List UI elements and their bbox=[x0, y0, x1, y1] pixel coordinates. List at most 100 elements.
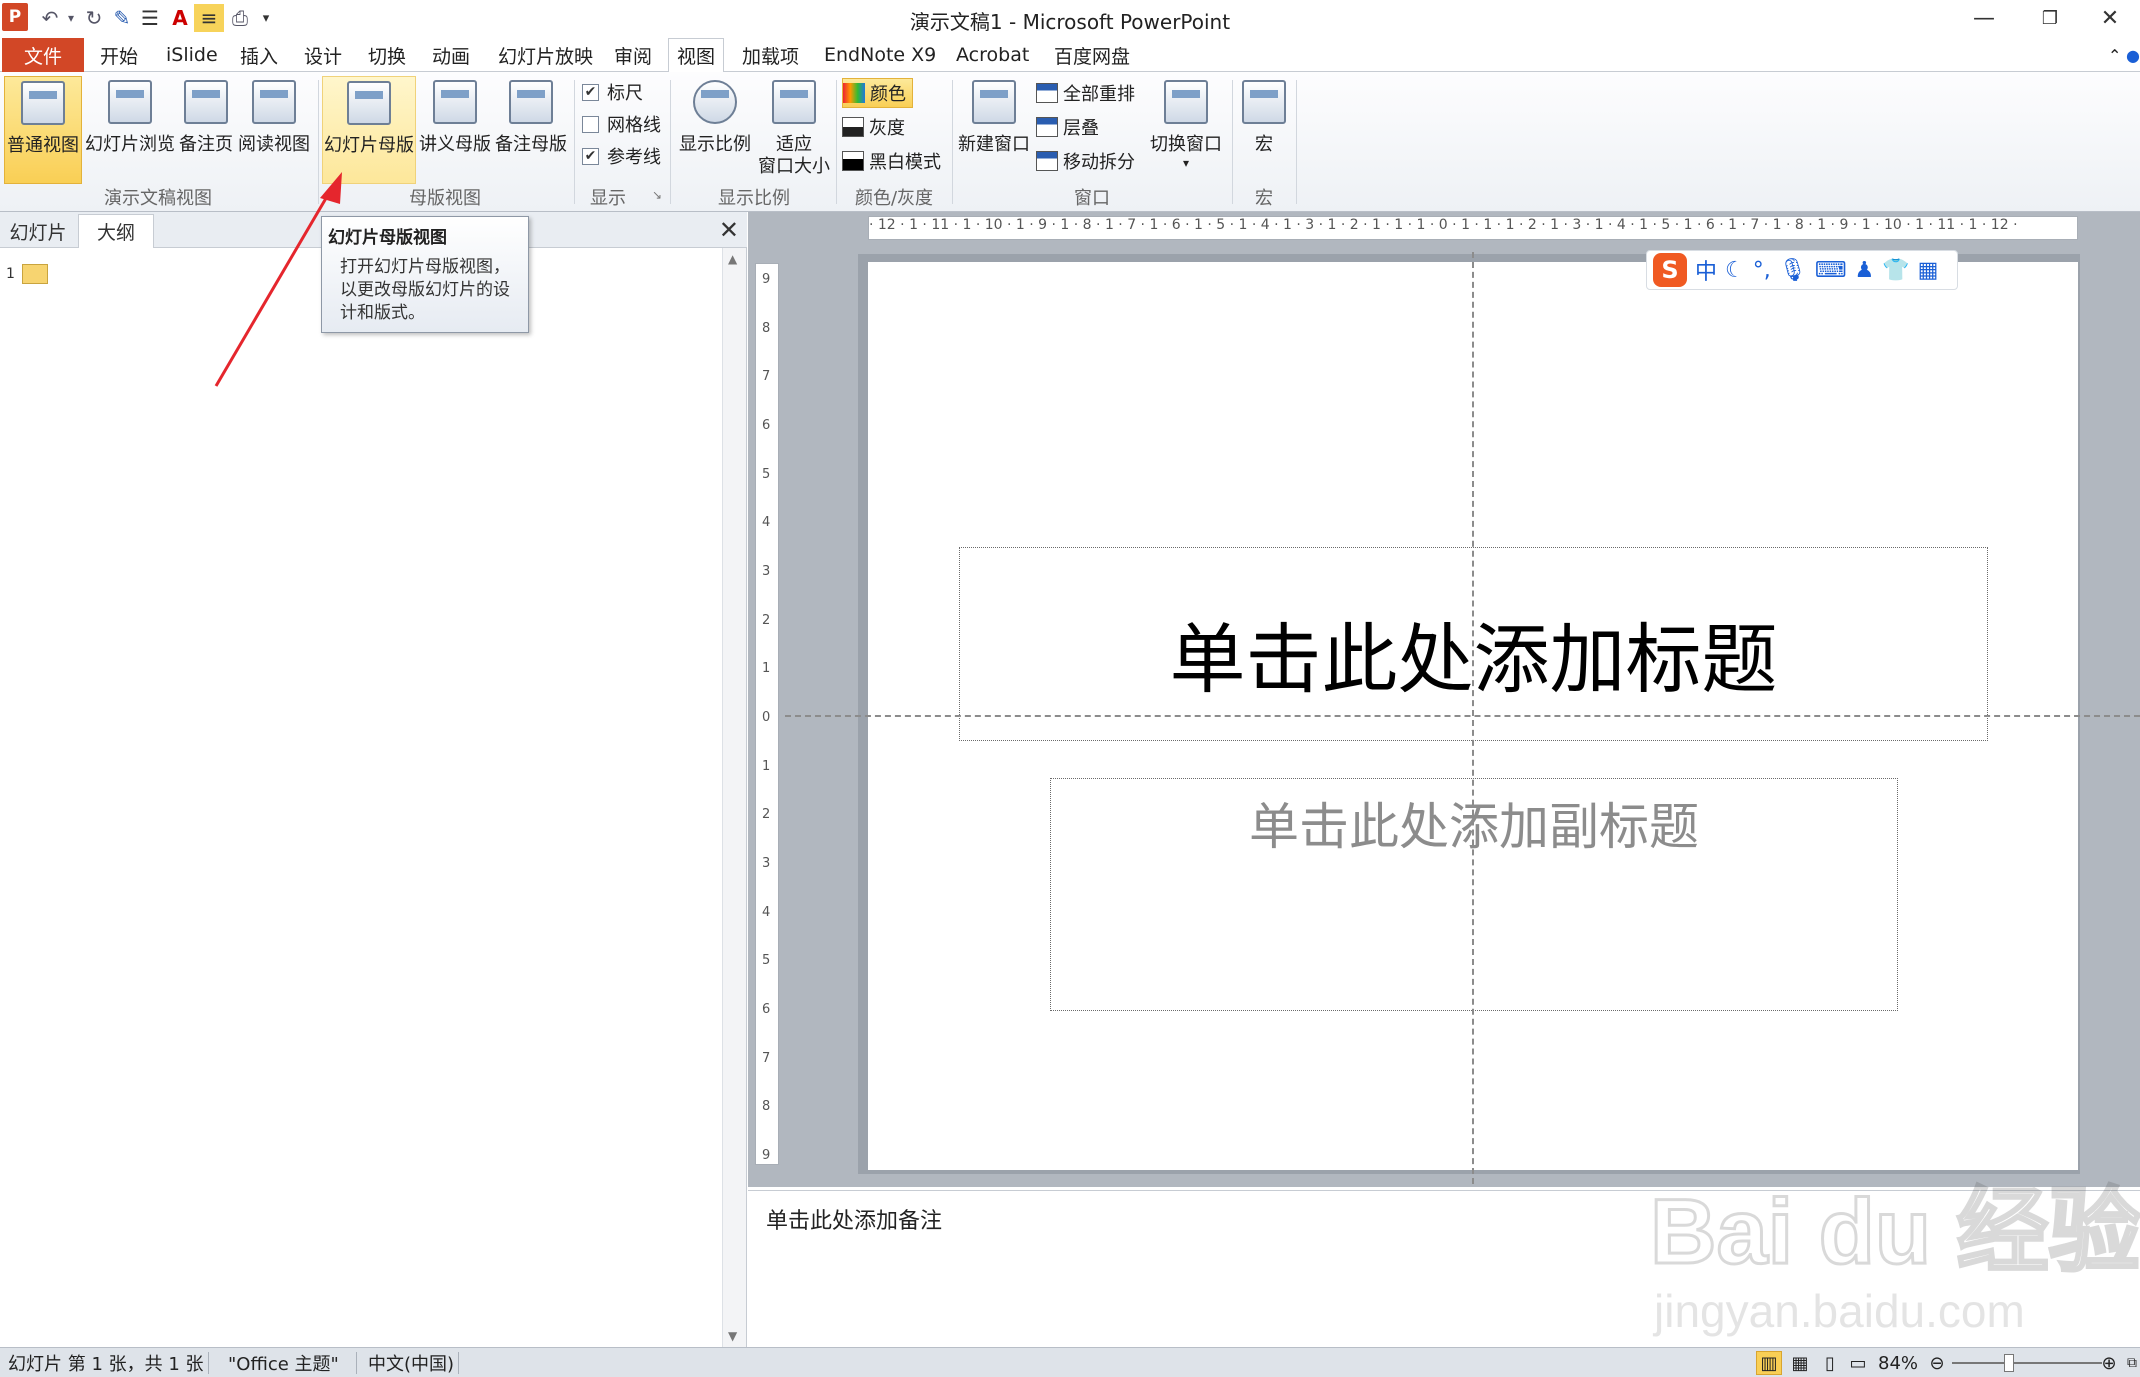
tab-insert[interactable]: 插入 bbox=[232, 38, 286, 72]
slide-sorter-status-icon[interactable]: ▦ bbox=[1788, 1351, 1812, 1375]
restore-icon[interactable]: ❐ bbox=[2020, 0, 2080, 36]
group-separator bbox=[952, 80, 953, 204]
tab-addins[interactable]: 加载项 bbox=[734, 38, 807, 72]
tab-design[interactable]: 设计 bbox=[296, 38, 350, 72]
reading-view-label: 阅读视图 bbox=[238, 134, 310, 155]
vruler-tick-label: 9 bbox=[762, 272, 771, 287]
normal-view-status-icon[interactable]: ▥ bbox=[1756, 1351, 1782, 1375]
arrange-all-label: 全部重排 bbox=[1063, 84, 1135, 105]
normal-view-button[interactable]: 普通视图 bbox=[4, 76, 82, 184]
status-language[interactable]: 中文(中国) bbox=[368, 1351, 454, 1375]
sogou-ime-logo-icon[interactable]: S bbox=[1653, 253, 1687, 287]
group-label-show: 显示 bbox=[590, 188, 626, 209]
ruler-checkbox[interactable]: ✔ 标尺 bbox=[582, 78, 643, 106]
notes-page-label: 备注页 bbox=[179, 134, 233, 155]
handout-master-button[interactable]: 讲义母版 bbox=[418, 76, 492, 184]
ime-mode-chinese[interactable]: 中 bbox=[1695, 254, 1717, 286]
switch-window-button[interactable]: 切换窗口 ▾ bbox=[1146, 76, 1226, 184]
tab-endnote[interactable]: EndNote X9 bbox=[816, 38, 944, 72]
vertical-guide[interactable] bbox=[1472, 252, 1474, 1184]
window-title: 演示文稿1 - Microsoft PowerPoint bbox=[909, 10, 1231, 34]
outline-slide-icon[interactable] bbox=[22, 264, 48, 284]
move-split-label: 移动拆分 bbox=[1063, 152, 1135, 173]
tab-home[interactable]: 开始 bbox=[92, 38, 146, 72]
status-theme[interactable]: "Office 主题" bbox=[228, 1351, 339, 1375]
group-label-macros: 宏 bbox=[1255, 188, 1273, 209]
reading-view-status-icon[interactable]: ▯ bbox=[1818, 1351, 1842, 1375]
zoom-out-icon[interactable]: ⊖ bbox=[1926, 1351, 1948, 1375]
tab-baidu-netdisk[interactable]: 百度网盘 bbox=[1046, 38, 1138, 72]
vruler-tick-label: 8 bbox=[762, 1099, 771, 1115]
vruler-tick-label: 6 bbox=[762, 1002, 771, 1017]
tab-acrobat[interactable]: Acrobat bbox=[948, 38, 1037, 72]
color-label: 颜色 bbox=[870, 84, 906, 105]
subtitle-placeholder-text: 单击此处添加副标题 bbox=[1249, 798, 1699, 856]
vruler-tick-label: 5 bbox=[762, 466, 771, 482]
microphone-icon[interactable]: 🎙 bbox=[1779, 258, 1807, 283]
tab-islide[interactable]: iSlide bbox=[158, 38, 226, 72]
pane-scrollbar[interactable]: ▲ ▼ bbox=[722, 248, 746, 1347]
moon-icon[interactable]: ☾ bbox=[1725, 258, 1745, 283]
punctuation-icon[interactable]: °, bbox=[1753, 258, 1771, 283]
status-separator bbox=[356, 1352, 357, 1374]
zoom-slider-thumb[interactable] bbox=[2004, 1354, 2014, 1372]
dialog-launcher-icon[interactable]: ↘ bbox=[652, 188, 662, 202]
slide-sorter-icon bbox=[108, 80, 152, 124]
keyboard-icon[interactable]: ⌨ bbox=[1815, 258, 1847, 283]
color-button[interactable]: 颜色 bbox=[842, 78, 913, 108]
close-pane-icon[interactable]: ✕ bbox=[719, 216, 739, 244]
gridlines-checkbox[interactable]: 网格线 bbox=[582, 110, 661, 138]
tab-view[interactable]: 视图 bbox=[668, 38, 725, 73]
help-icon[interactable]: ● bbox=[2118, 38, 2140, 72]
tab-file[interactable]: 文件 bbox=[2, 38, 84, 72]
zoom-in-icon[interactable]: ⊕ bbox=[2098, 1351, 2120, 1375]
arrange-all-button[interactable]: 全部重排 bbox=[1036, 78, 1135, 108]
scroll-down-icon[interactable]: ▼ bbox=[728, 1329, 737, 1343]
zoom-button[interactable]: 显示比例 bbox=[676, 76, 754, 184]
tab-animations[interactable]: 动画 bbox=[424, 38, 478, 72]
fit-slide-icon[interactable]: ⧉ bbox=[2124, 1351, 2140, 1375]
group-label-window: 窗口 bbox=[1074, 188, 1110, 209]
color-palette-icon bbox=[843, 83, 865, 103]
zoom-level[interactable]: 84% bbox=[1878, 1351, 1918, 1375]
group-separator bbox=[1232, 80, 1233, 204]
move-split-button[interactable]: 移动拆分 bbox=[1036, 146, 1135, 176]
vruler-tick-label: 7 bbox=[762, 369, 771, 385]
macros-button[interactable]: 宏 bbox=[1236, 76, 1292, 184]
vruler-tick-label: 1 bbox=[762, 758, 771, 774]
minimize-icon[interactable]: — bbox=[1954, 0, 2014, 36]
subtitle-placeholder[interactable]: 单击此处添加副标题 bbox=[1050, 778, 1898, 1011]
vruler-tick-label: 1 bbox=[762, 661, 771, 677]
close-icon[interactable]: ✕ bbox=[2080, 0, 2140, 36]
grayscale-button[interactable]: 灰度 bbox=[842, 112, 905, 142]
group-separator bbox=[1296, 80, 1297, 204]
cascade-button[interactable]: 层叠 bbox=[1036, 112, 1099, 142]
notes-master-label: 备注母版 bbox=[495, 134, 567, 155]
tab-outline[interactable]: 大纲 bbox=[78, 214, 154, 248]
skin-icon[interactable]: 👕 bbox=[1882, 258, 1909, 283]
outline-slide-number: 1 bbox=[6, 266, 15, 282]
vruler-tick-label: 2 bbox=[762, 807, 771, 823]
tab-slideshow[interactable]: 幻灯片放映 bbox=[490, 38, 601, 72]
group-separator bbox=[670, 80, 671, 204]
new-window-button[interactable]: 新建窗口 bbox=[956, 76, 1032, 184]
title-bar: P ↶ ▾ ↻ ✎ ☰ A ≡ ⎙ ▾ 演示文稿1 - Microsoft Po… bbox=[0, 0, 2140, 36]
normal-view-label: 普通视图 bbox=[7, 135, 79, 156]
tab-slides[interactable]: 幻灯片 bbox=[0, 214, 76, 248]
macros-label: 宏 bbox=[1255, 134, 1273, 155]
slide-sorter-button[interactable]: 幻灯片浏览 bbox=[84, 76, 176, 184]
black-white-button[interactable]: 黑白模式 bbox=[842, 146, 941, 176]
tab-review[interactable]: 审阅 bbox=[606, 38, 660, 72]
tab-transitions[interactable]: 切换 bbox=[360, 38, 414, 72]
scroll-up-icon[interactable]: ▲ bbox=[728, 252, 737, 266]
fit-to-window-button[interactable]: 适应 窗口大小 bbox=[756, 76, 832, 184]
toolbox-icon[interactable]: ▦ bbox=[1918, 258, 1939, 283]
vruler-tick-label: 5 bbox=[762, 953, 771, 969]
guides-checkbox[interactable]: ✔ 参考线 bbox=[582, 142, 661, 170]
user-icon[interactable]: ♟ bbox=[1854, 258, 1874, 283]
notes-master-button[interactable]: 备注母版 bbox=[494, 76, 568, 184]
gridlines-label: 网格线 bbox=[607, 115, 661, 136]
slideshow-status-icon[interactable]: ▭ bbox=[1846, 1351, 1870, 1375]
horizontal-guide[interactable] bbox=[785, 715, 2140, 717]
zoom-slider[interactable] bbox=[1952, 1362, 2102, 1364]
